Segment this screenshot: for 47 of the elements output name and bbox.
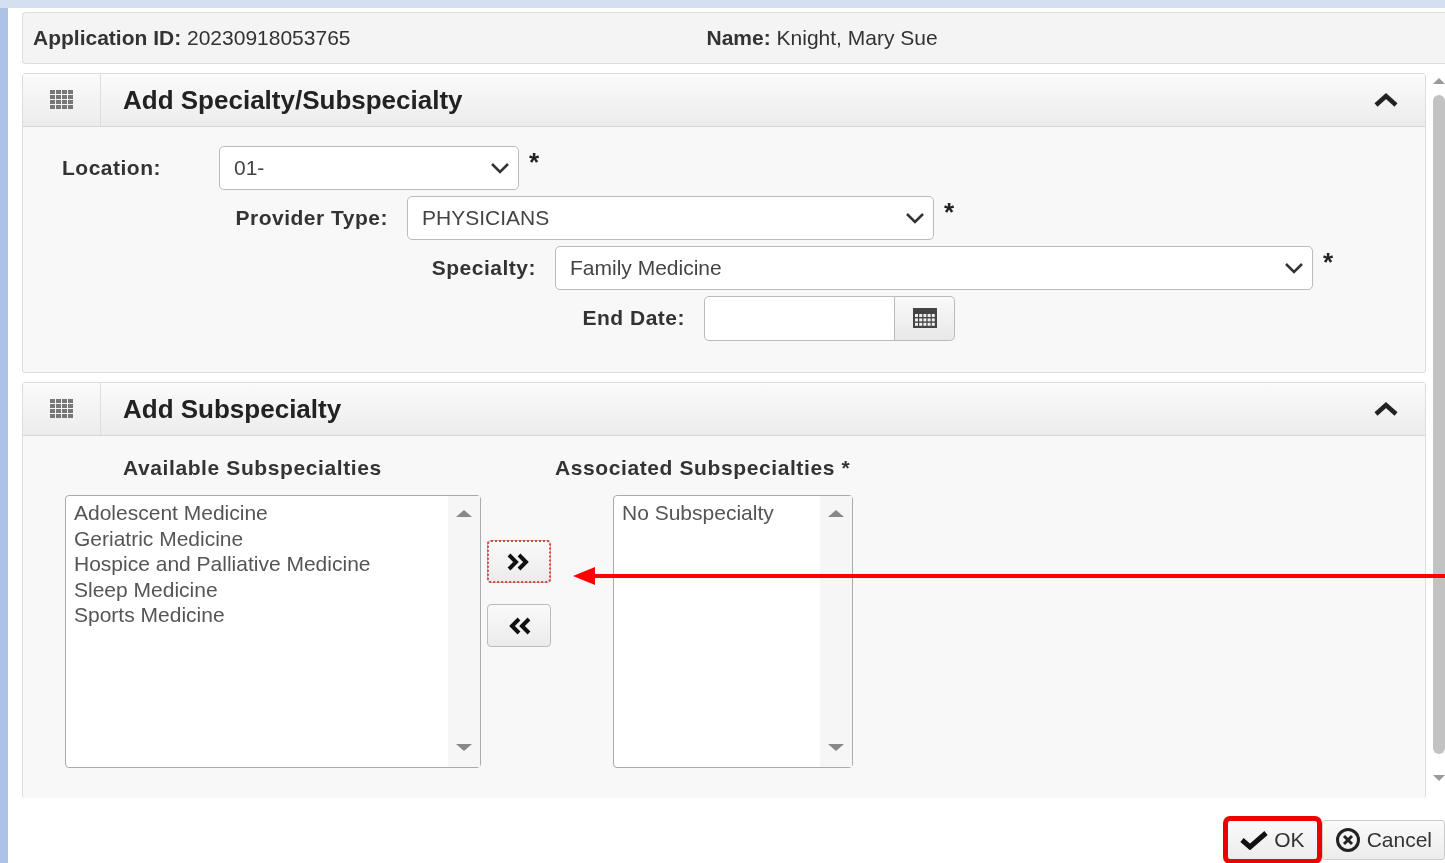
scrollbar[interactable] (448, 496, 480, 767)
chevron-up-icon[interactable] (1373, 92, 1399, 108)
scroll-down-icon[interactable] (1431, 774, 1445, 782)
add-button[interactable] (487, 540, 551, 583)
list-item[interactable]: Geriatric Medicine (74, 525, 244, 551)
application-id: Application ID: 20230918053765 (32, 26, 351, 50)
grid-icon (49, 399, 74, 419)
available-list[interactable]: Adolescent Medicine Geriatric Medicine Hospice and Palliative Medicine Sleep Medicine Sports Medicine (65, 495, 481, 768)
list-item[interactable]: Adolescent Medicine (74, 500, 268, 526)
list-heading: Associated Subspecialties * (555, 456, 852, 480)
list-item[interactable]: No Subspecialty (622, 500, 774, 526)
checkmark-icon[interactable] (1240, 830, 1269, 850)
panel-title: Add Specialty/Subspecialty (123, 84, 464, 116)
close-icon[interactable] (1334, 827, 1361, 853)
calendar-button[interactable] (895, 295, 955, 341)
scroll-down-icon[interactable] (454, 743, 474, 753)
cancel-button[interactable]: Cancel (1321, 820, 1445, 860)
field-label: Provider Type: (234, 206, 388, 230)
scroll-down-icon[interactable] (826, 743, 846, 753)
scroll-up-icon[interactable] (826, 508, 846, 518)
field-label: End Date: (581, 306, 685, 330)
field-label: Location: (62, 156, 162, 180)
list-item[interactable]: Sports Medicine (74, 602, 225, 628)
list-item[interactable]: Sleep Medicine (74, 576, 218, 602)
dropdown-field[interactable]: PHYSICIANS (407, 196, 934, 240)
dropdown-field[interactable]: Family Medicine (555, 246, 1313, 290)
date-input-field[interactable] (704, 295, 895, 341)
list-heading: Available Subspecialties (123, 456, 383, 480)
dropdown-field[interactable]: 01- (219, 146, 519, 190)
list-item[interactable]: Hospice and Palliative Medicine (74, 551, 371, 577)
required-mark: * (529, 147, 540, 178)
scroll-up-icon[interactable] (1431, 77, 1445, 85)
required-mark: * (1323, 247, 1334, 278)
associated-list[interactable]: No Subspecialty (613, 495, 853, 768)
chevron-down-icon[interactable] (490, 162, 510, 174)
chevron-down-icon[interactable] (905, 212, 925, 224)
grid-icon (49, 90, 74, 110)
chevron-up-icon[interactable] (1373, 401, 1399, 417)
required-mark: * (944, 197, 955, 228)
scroll-up-icon[interactable] (454, 508, 474, 518)
chevron-down-icon[interactable] (1284, 262, 1304, 274)
applicant-name: Name: Knight, Mary Sue (705, 26, 938, 50)
field-label: Specialty: (430, 256, 536, 280)
remove-button[interactable] (487, 604, 551, 647)
calendar-icon[interactable] (912, 308, 937, 328)
panel-title: Add Subspecialty (123, 393, 343, 425)
scrollbar[interactable] (820, 496, 852, 767)
